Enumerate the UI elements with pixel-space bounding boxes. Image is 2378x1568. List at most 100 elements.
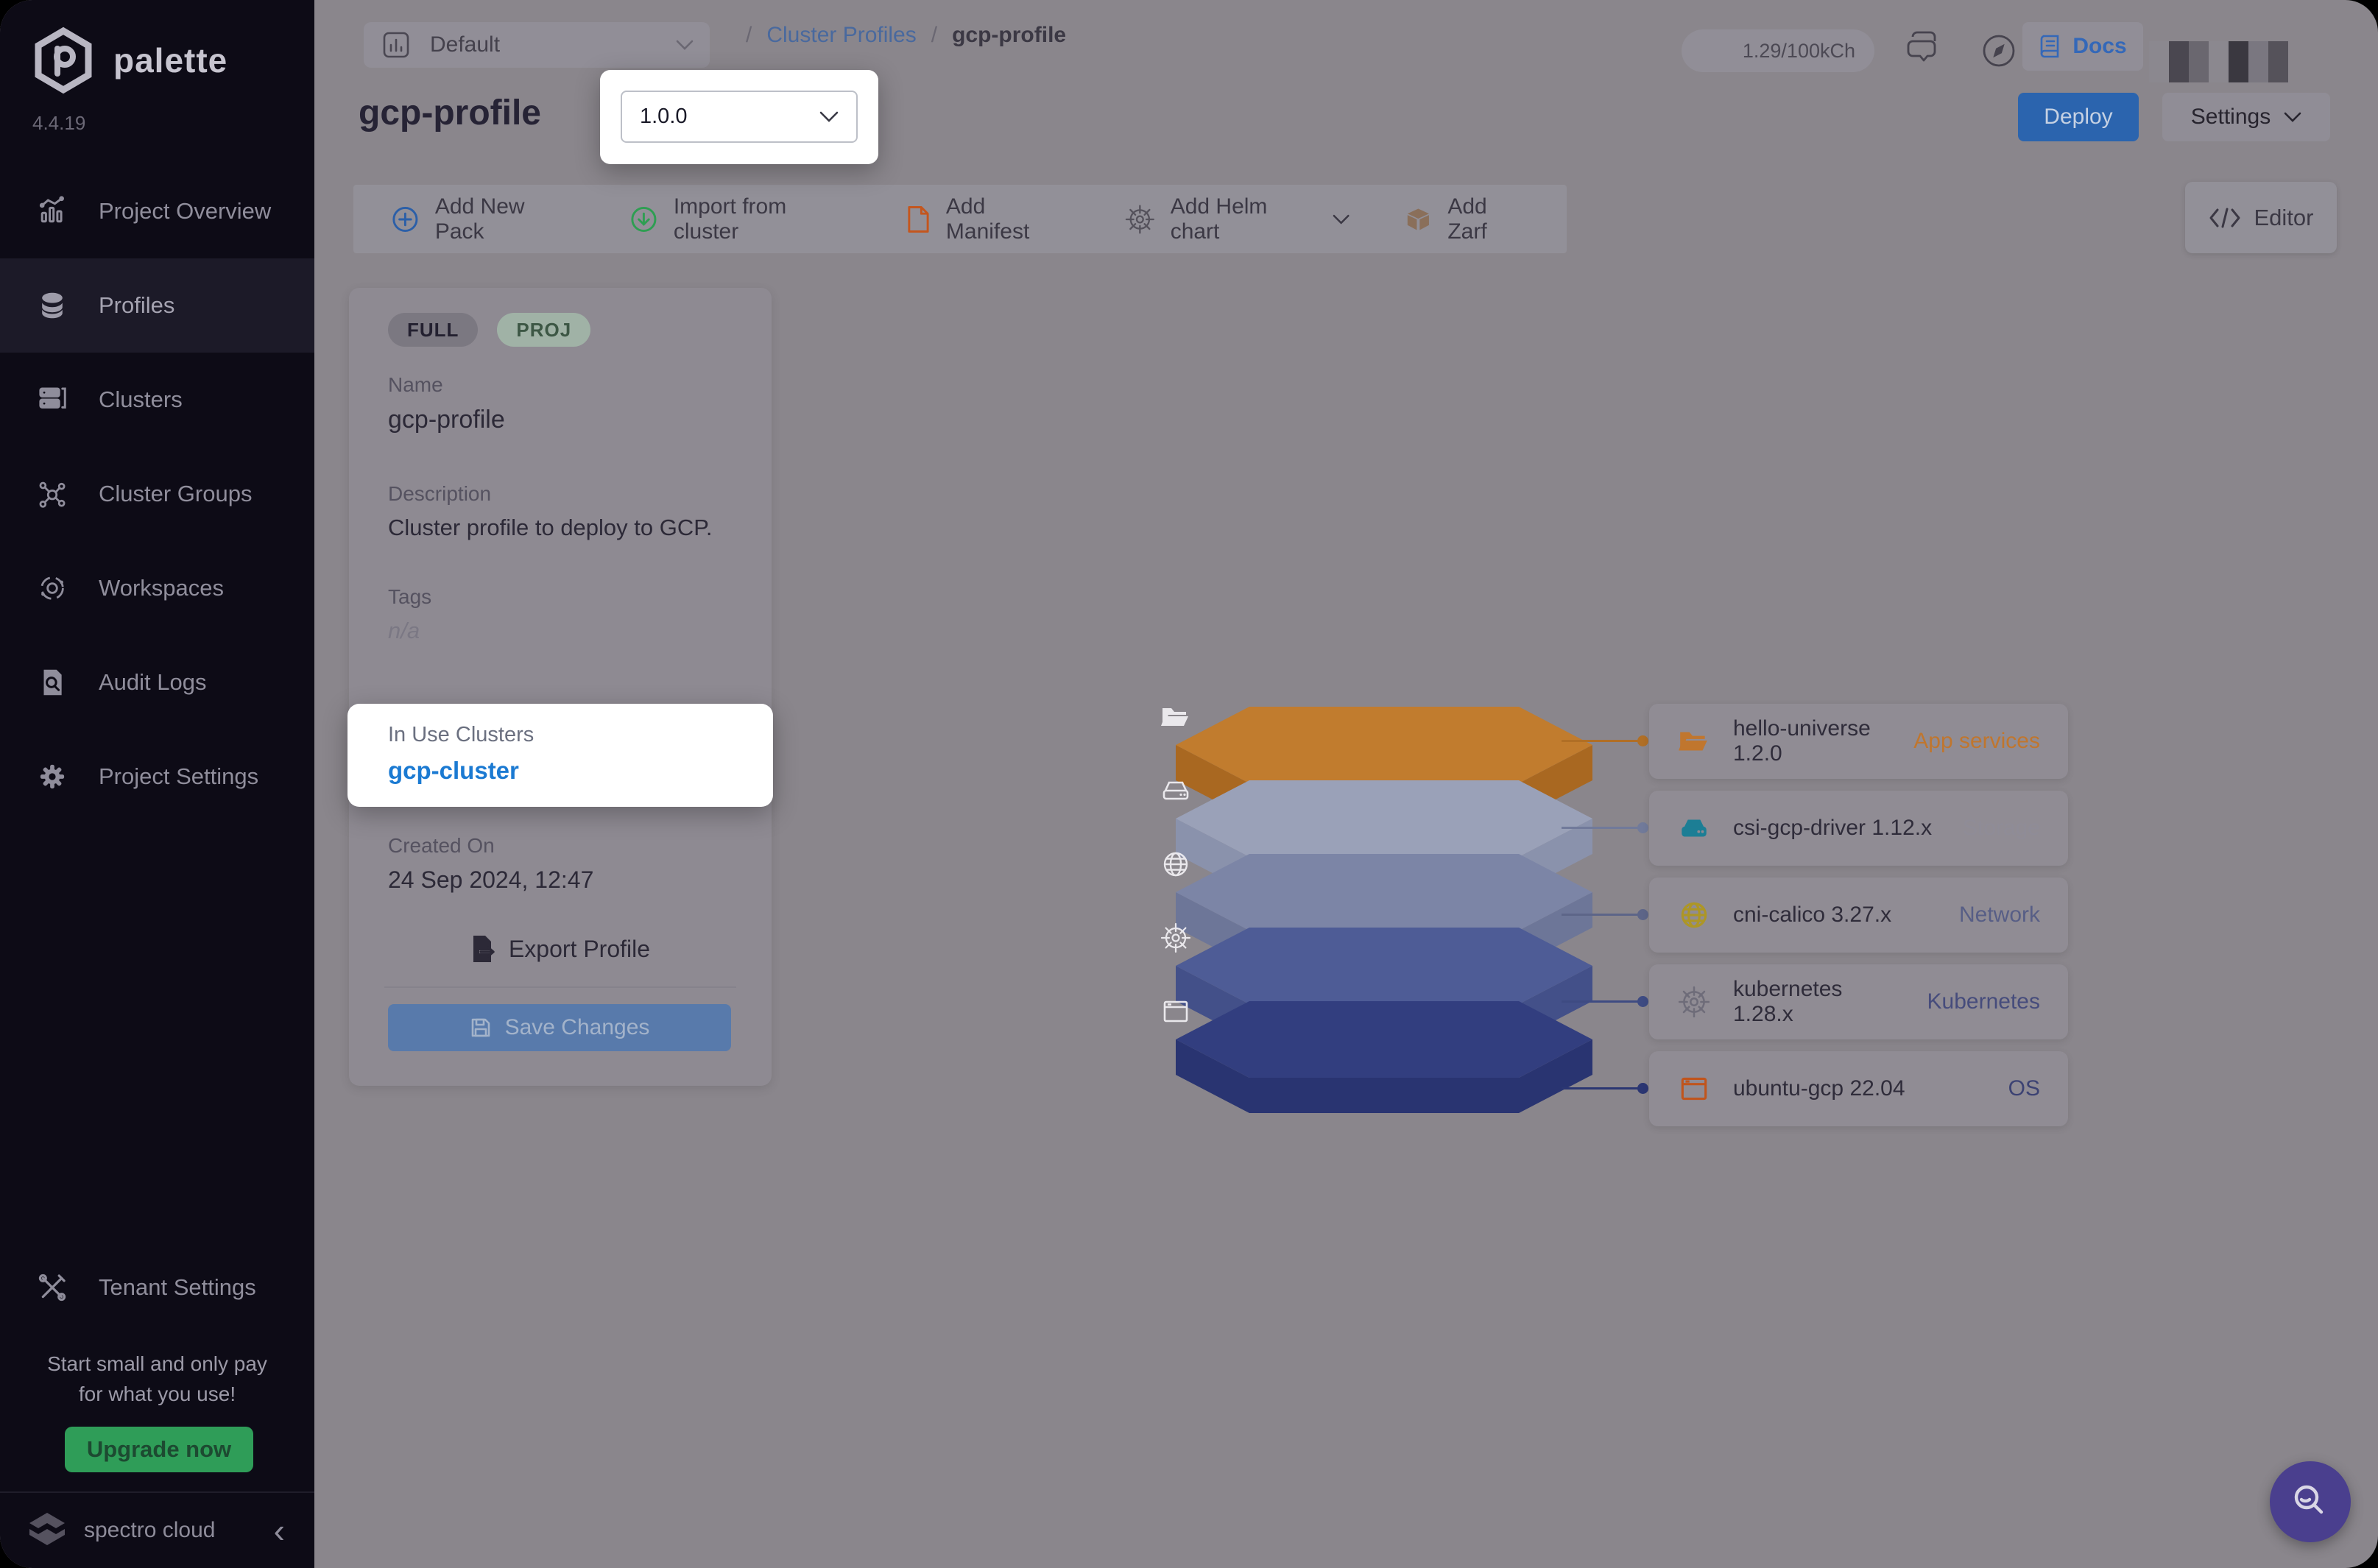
audit-icon bbox=[35, 665, 69, 699]
add-new-pack-button[interactable]: Add New Pack bbox=[390, 194, 576, 244]
helm-icon bbox=[1160, 922, 1192, 954]
editor-button[interactable]: Editor bbox=[2185, 182, 2337, 253]
connector-line bbox=[1562, 1000, 1644, 1003]
book-icon bbox=[2039, 33, 2062, 60]
chat-icon[interactable] bbox=[1902, 29, 1945, 72]
sidebar-item-project-settings[interactable]: Project Settings bbox=[0, 730, 314, 824]
upgrade-now-button[interactable]: Upgrade now bbox=[65, 1427, 253, 1472]
main-content: Default / Cluster Profiles / gcp-profile… bbox=[314, 0, 2378, 1568]
pack-category: OS bbox=[2008, 1076, 2040, 1101]
sidebar-item-label: Cluster Groups bbox=[99, 481, 252, 507]
add-manifest-button[interactable]: Add Manifest bbox=[906, 194, 1071, 244]
pack-name: hello-universe 1.2.0 bbox=[1733, 716, 1891, 766]
page-title: gcp-profile bbox=[359, 93, 541, 133]
footer-brand: spectro cloud bbox=[84, 1518, 215, 1543]
connector-line bbox=[1562, 740, 1644, 742]
divider bbox=[384, 986, 736, 988]
sidebar-item-cluster-groups[interactable]: Cluster Groups bbox=[0, 447, 314, 541]
breadcrumb-separator: / bbox=[931, 23, 937, 48]
servers-icon bbox=[35, 383, 69, 417]
tags-value: n/a bbox=[388, 618, 420, 644]
pack-name: kubernetes 1.28.x bbox=[1733, 977, 1905, 1027]
app-window: palette 4.4.19 Project Overview Profiles bbox=[0, 0, 2378, 1568]
deploy-button[interactable]: Deploy bbox=[2018, 93, 2139, 141]
profile-details-card: FULL PROJ Name gcp-profile Description C… bbox=[349, 288, 772, 1086]
name-value: gcp-profile bbox=[388, 406, 505, 434]
in-use-cluster-link[interactable]: gcp-cluster bbox=[388, 757, 519, 785]
breadcrumb-link-cluster-profiles[interactable]: Cluster Profiles bbox=[766, 23, 916, 48]
chevron-down-icon bbox=[1333, 214, 1349, 225]
breadcrumb-current: gcp-profile bbox=[952, 23, 1066, 48]
folder-icon bbox=[1677, 724, 1711, 758]
add-helm-chart-button[interactable]: Add Helm chart bbox=[1124, 194, 1350, 244]
sidebar-item-profiles[interactable]: Profiles bbox=[0, 258, 314, 353]
usage-meter: 1.29/100kCh bbox=[1682, 29, 1874, 72]
sidebar-item-label: Clusters bbox=[99, 386, 183, 413]
pack-category: Storage bbox=[1963, 816, 2040, 841]
save-changes-button[interactable]: Save Changes bbox=[388, 1004, 731, 1051]
in-use-clusters-label: In Use Clusters bbox=[388, 723, 534, 747]
settings-button[interactable]: Settings bbox=[2162, 93, 2330, 141]
sidebar-item-project-overview[interactable]: Project Overview bbox=[0, 164, 314, 258]
in-use-clusters-spotlight: In Use Clusters gcp-cluster bbox=[347, 704, 773, 807]
pack-card-kubernetes[interactable]: kubernetes 1.28.x Kubernetes bbox=[1649, 964, 2068, 1039]
sidebar-item-workspaces[interactable]: Workspaces bbox=[0, 541, 314, 635]
sidebar-item-label: Workspaces bbox=[99, 575, 224, 601]
pack-card-cni-calico[interactable]: cni-calico 3.27.x Network bbox=[1649, 877, 2068, 953]
manifest-icon bbox=[906, 204, 931, 235]
toolbar-label: Add Manifest bbox=[946, 194, 1071, 244]
spectro-cloud-logo-icon bbox=[27, 1511, 68, 1550]
brand-logo: palette bbox=[29, 27, 227, 94]
sidebar-item-audit-logs[interactable]: Audit Logs bbox=[0, 635, 314, 730]
pack-card-hello-universe[interactable]: hello-universe 1.2.0 App services bbox=[1649, 704, 2068, 779]
connector-line bbox=[1562, 827, 1644, 829]
orbit-icon bbox=[35, 571, 69, 605]
add-zarf-button[interactable]: Add Zarf bbox=[1403, 194, 1530, 244]
brand-name: palette bbox=[113, 40, 227, 80]
export-profile-button[interactable]: Export Profile bbox=[349, 934, 772, 964]
badge-full: FULL bbox=[388, 313, 478, 347]
created-on-label: Created On bbox=[388, 834, 495, 858]
sidebar-item-tenant-settings[interactable]: Tenant Settings bbox=[0, 1240, 314, 1335]
pack-card-csi-gcp-driver[interactable]: csi-gcp-driver 1.12.x Storage bbox=[1649, 791, 2068, 866]
sidebar-item-clusters[interactable]: Clusters bbox=[0, 353, 314, 447]
docs-label: Docs bbox=[2072, 34, 2126, 59]
sidebar: palette 4.4.19 Project Overview Profiles bbox=[0, 0, 314, 1568]
pack-card-ubuntu-gcp[interactable]: ubuntu-gcp 22.04 OS bbox=[1649, 1051, 2068, 1126]
pack-category: Network bbox=[1959, 903, 2040, 928]
code-icon bbox=[2209, 207, 2241, 229]
app-version: 4.4.19 bbox=[32, 112, 85, 135]
pack-name: cni-calico 3.27.x bbox=[1733, 903, 1937, 928]
stack-layer-os[interactable] bbox=[1176, 995, 1592, 1120]
connector-line bbox=[1562, 1087, 1644, 1090]
promo-line-2: for what you use! bbox=[0, 1379, 314, 1409]
badge-proj: PROJ bbox=[497, 313, 590, 347]
drive-icon bbox=[1677, 811, 1711, 845]
pack-name: csi-gcp-driver 1.12.x bbox=[1733, 816, 1941, 841]
version-spotlight: 1.0.0 bbox=[600, 70, 878, 164]
sidebar-item-label: Audit Logs bbox=[99, 669, 207, 696]
pack-name: ubuntu-gcp 22.04 bbox=[1733, 1076, 1986, 1101]
docs-button[interactable]: Docs bbox=[2022, 22, 2143, 71]
profile-version-select[interactable]: 1.0.0 bbox=[621, 91, 858, 143]
profile-toolbar: Add New Pack Import from cluster Add Man… bbox=[353, 185, 1567, 253]
project-switcher[interactable]: Default bbox=[364, 22, 710, 68]
sidebar-item-label: Project Overview bbox=[99, 198, 271, 225]
description-value: Cluster profile to deploy to GCP. bbox=[388, 515, 713, 541]
layers-icon bbox=[35, 289, 69, 322]
gear-icon bbox=[35, 760, 69, 794]
window-icon bbox=[1160, 995, 1192, 1028]
save-changes-label: Save Changes bbox=[505, 1015, 650, 1040]
name-label: Name bbox=[388, 373, 443, 397]
import-from-cluster-button[interactable]: Import from cluster bbox=[629, 194, 853, 244]
help-search-button[interactable] bbox=[2270, 1461, 2351, 1542]
sidebar-nav: Project Overview Profiles Clusters bbox=[0, 164, 314, 824]
globe-icon bbox=[1677, 898, 1711, 932]
collapse-sidebar-icon[interactable]: ‹ bbox=[274, 1514, 285, 1547]
chart-icon bbox=[35, 194, 69, 228]
helm-icon bbox=[1124, 203, 1156, 236]
plus-circle-icon bbox=[390, 204, 420, 235]
pack-category: App services bbox=[1913, 729, 2040, 754]
zarf-icon bbox=[1403, 204, 1433, 235]
compass-icon[interactable] bbox=[1977, 29, 2020, 72]
